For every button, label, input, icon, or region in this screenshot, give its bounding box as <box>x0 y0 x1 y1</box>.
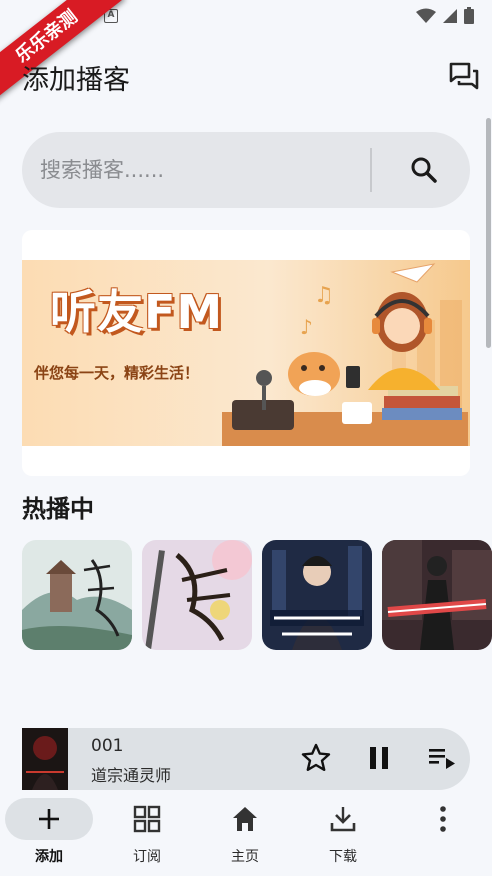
plus-icon <box>39 809 59 829</box>
search-icon[interactable] <box>406 152 442 188</box>
section-title-hot: 热播中 <box>22 495 94 523</box>
cover-art-1 <box>22 540 132 650</box>
playlist-icon[interactable] <box>426 742 458 774</box>
page-title: 添加播客 <box>22 65 130 96</box>
battery-icon <box>464 7 474 24</box>
nav-label-home: 主页 <box>231 849 259 865</box>
more-vertical-icon <box>440 806 446 832</box>
grid-icon <box>133 805 161 833</box>
podcast-cover-3[interactable] <box>262 540 372 650</box>
nav-item-download[interactable]: 下载 <box>294 792 392 876</box>
mini-player-show: 道宗通灵师 <box>91 766 172 785</box>
status-icons <box>416 7 474 24</box>
nav-label-subscriptions: 订阅 <box>133 849 161 865</box>
banner-card[interactable]: ♫ ♪ 听友FM 伴您每一天，精彩生活！ <box>22 230 470 476</box>
pause-icon[interactable] <box>363 742 395 774</box>
nav-item-add[interactable]: 添加 <box>0 792 98 876</box>
home-icon <box>233 807 257 831</box>
mini-cover-art <box>22 728 68 790</box>
podcast-cover-1[interactable] <box>22 540 132 650</box>
mini-player[interactable]: 001 道宗通灵师 <box>22 728 470 790</box>
search-divider <box>370 148 372 192</box>
banner-tagline: 伴您每一天，精彩生活！ <box>34 364 200 382</box>
search-bar <box>22 132 470 208</box>
signal-icon <box>443 8 457 23</box>
banner-title: 听友FM <box>50 285 224 339</box>
chat-bubbles-icon[interactable] <box>448 60 480 92</box>
scrollbar-thumb[interactable] <box>486 118 491 348</box>
star-icon[interactable] <box>300 742 332 774</box>
nav-label-add: 添加 <box>35 849 63 865</box>
nav-item-home[interactable]: 主页 <box>196 792 294 876</box>
podcast-cover-2[interactable] <box>142 540 252 650</box>
mini-player-cover <box>22 728 68 790</box>
cover-art-2 <box>142 540 252 650</box>
download-icon <box>330 807 356 832</box>
wifi-icon <box>416 8 436 23</box>
cover-art-3 <box>262 540 372 650</box>
cover-art-4 <box>382 540 492 650</box>
svg-text:♫: ♫ <box>314 283 334 308</box>
nav-item-subscriptions[interactable]: 订阅 <box>98 792 196 876</box>
mini-player-episode: 001 <box>91 736 124 756</box>
podcast-cover-4[interactable] <box>382 540 492 650</box>
search-input[interactable] <box>40 132 360 208</box>
nav-item-more[interactable] <box>394 792 492 876</box>
nav-label-download: 下载 <box>329 849 357 865</box>
bottom-nav: 添加 订阅 主页 下载 <box>0 792 492 876</box>
svg-text:♪: ♪ <box>300 315 313 339</box>
